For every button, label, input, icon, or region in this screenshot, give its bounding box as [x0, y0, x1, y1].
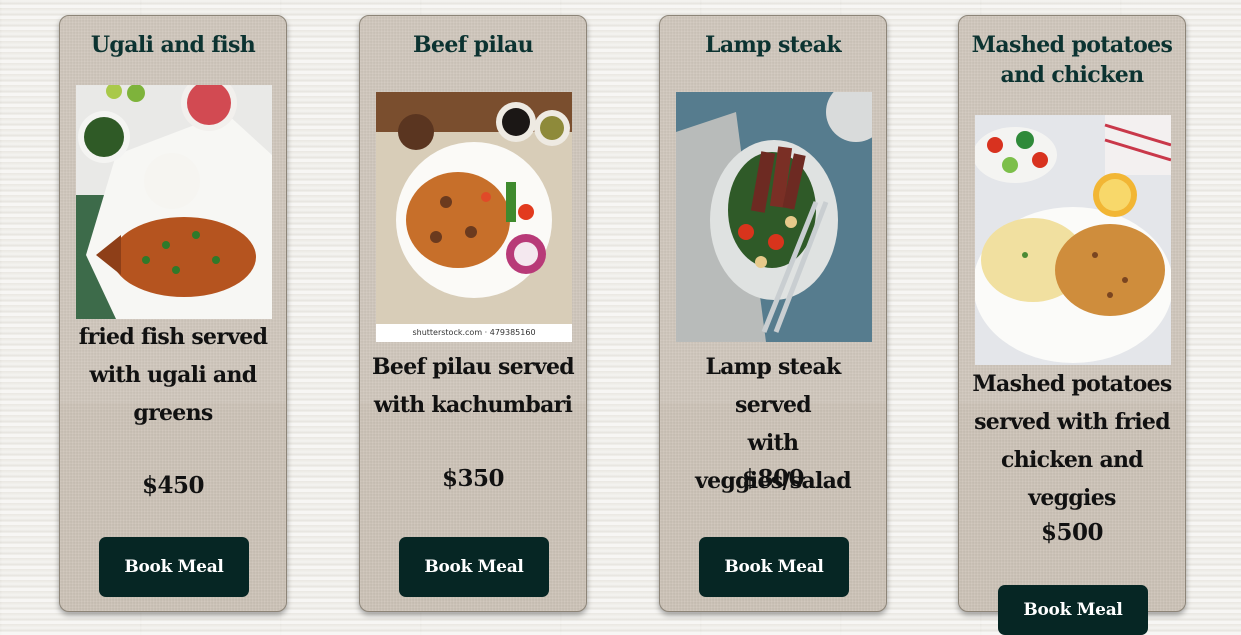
meal-card-mashed-potatoes-and-chicken: Mashed potatoes and chicken Mashed potat… — [958, 15, 1186, 635]
meal-price: $450 — [141, 472, 205, 499]
description-line: fried fish served — [78, 324, 268, 350]
meal-title-line: Lamp steak — [704, 32, 842, 58]
meal-title-line: Ugali and fish — [90, 32, 256, 58]
description-line: Beef pilau served — [372, 354, 575, 380]
meal-card-beef-pilau: Beef pilau shutterstock.com · 479385160 … — [359, 15, 587, 612]
image-watermark: shutterstock.com · 479385160 — [376, 324, 572, 342]
meal-price: $350 — [441, 465, 505, 492]
meal-title: Ugali and fish — [66, 30, 280, 60]
book-meal-button[interactable]: Book Meal — [99, 537, 249, 597]
beef-pilau-photo: shutterstock.com · 479385160 — [376, 92, 572, 342]
meal-title: Beef pilau — [366, 30, 580, 60]
description-line: with kachumbari — [373, 392, 573, 418]
description-line: Mashed potatoes — [972, 371, 1172, 397]
meal-description: Beef pilau served with kachumbari — [368, 348, 578, 424]
description-line: with ugali and — [89, 362, 258, 388]
book-meal-button[interactable]: Book Meal — [998, 585, 1148, 635]
meal-description: fried fish served with ugali and greens — [68, 318, 278, 432]
meal-title-line: Beef pilau — [412, 32, 534, 58]
description-line: Lamp steak served — [705, 354, 841, 418]
meal-description: Mashed potatoes served with fried chicke… — [967, 365, 1177, 517]
lamb-steak-salad-photo — [676, 92, 872, 342]
description-line: chicken and veggies — [1001, 447, 1144, 511]
meal-card-ugali-and-fish: Ugali and fish fried fish served with ug… — [59, 15, 287, 612]
meal-title: Lamp steak — [666, 30, 880, 60]
meal-title-line: and chicken — [1000, 62, 1144, 88]
meal-title: Mashed potatoes and chicken — [965, 30, 1179, 90]
book-meal-button[interactable]: Book Meal — [699, 537, 849, 597]
meal-price: $800 — [741, 465, 805, 492]
meal-card-lamp-steak: Lamp steak Lamp steak served with veggie… — [659, 15, 887, 612]
book-meal-button[interactable]: Book Meal — [399, 537, 549, 597]
meal-price: $500 — [1040, 519, 1104, 546]
description-line: served with fried — [974, 409, 1171, 435]
fried-fish-with-ugali-photo — [76, 85, 272, 319]
mashed-potatoes-chicken-photo — [975, 115, 1171, 365]
description-line: greens — [133, 400, 213, 426]
meal-title-line: Mashed potatoes — [971, 32, 1173, 58]
